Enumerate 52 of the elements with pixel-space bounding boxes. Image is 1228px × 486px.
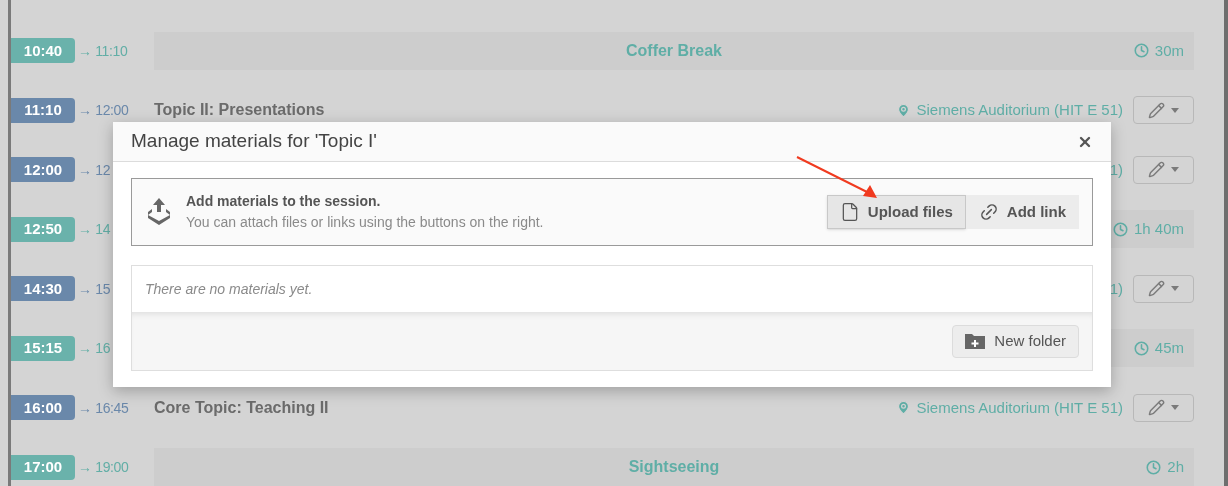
end-time: → 19:00 bbox=[78, 459, 129, 476]
duration: 1h 40m bbox=[1133, 219, 1184, 239]
duration: 30m bbox=[1154, 40, 1184, 61]
location: Siemens Auditorium (HIT E 51) bbox=[916, 100, 1123, 120]
end-time: → 11:10 bbox=[78, 42, 128, 59]
end-time: → 12 bbox=[78, 161, 111, 178]
end-time: → 12:00 bbox=[78, 102, 129, 119]
start-time-badge: 14:30 bbox=[11, 276, 75, 302]
contribution-title: Core Topic: Teaching II bbox=[154, 397, 329, 418]
info-text: You can attach files or links using the buttons on the right. bbox=[186, 213, 544, 232]
pencil-icon bbox=[1148, 280, 1165, 298]
start-time-badge: 12:00 bbox=[11, 157, 75, 183]
add-link-button[interactable]: Add link bbox=[965, 195, 1079, 229]
caret-icon bbox=[1171, 286, 1179, 292]
break-title: Coffer Break bbox=[626, 40, 722, 61]
end-time: → 16 bbox=[78, 340, 111, 357]
pencil-icon bbox=[1148, 399, 1165, 417]
contribution-title: Topic II: Presentations bbox=[154, 100, 325, 121]
edit-dropdown-button[interactable] bbox=[1133, 96, 1194, 125]
clock-icon bbox=[1146, 459, 1162, 475]
start-time-badge: 10:40 bbox=[11, 38, 75, 64]
edit-dropdown-button[interactable] bbox=[1133, 155, 1194, 184]
empty-message: There are no materials yet. bbox=[145, 279, 313, 299]
location: 1) bbox=[1109, 278, 1123, 299]
edit-dropdown-button[interactable] bbox=[1133, 274, 1194, 303]
start-time-badge: 17:00 bbox=[11, 454, 75, 480]
pencil-icon bbox=[1148, 101, 1165, 119]
dialog-title: Manage materials for 'Topic I' bbox=[131, 129, 377, 154]
start-time-badge: 12:50 bbox=[11, 216, 75, 242]
caret-icon bbox=[1171, 405, 1179, 411]
pencil-icon bbox=[1148, 161, 1165, 179]
clock-icon bbox=[1133, 340, 1149, 356]
end-time: → 15 bbox=[78, 280, 111, 297]
break-title: Sightseeing bbox=[628, 457, 720, 478]
location: Siemens Auditorium (HIT E 51) bbox=[916, 397, 1123, 418]
caret-icon bbox=[1171, 167, 1179, 173]
upload-files-button[interactable]: Upload files bbox=[826, 195, 966, 229]
folder-plus-icon bbox=[965, 333, 986, 349]
info-heading: Add materials to the session. bbox=[186, 192, 382, 211]
new-folder-button[interactable]: New folder bbox=[952, 324, 1079, 358]
clock-icon bbox=[1133, 43, 1149, 59]
edit-dropdown-button[interactable] bbox=[1133, 393, 1194, 422]
end-time: → 16:45 bbox=[78, 399, 129, 416]
end-time: → 14 bbox=[78, 221, 111, 238]
duration: 45m bbox=[1154, 338, 1184, 358]
caret-icon bbox=[1171, 107, 1179, 113]
start-time-badge: 15:15 bbox=[11, 335, 75, 361]
duration: 2h bbox=[1167, 457, 1184, 477]
start-time-badge: 11:10 bbox=[11, 97, 75, 123]
clock-icon bbox=[1112, 221, 1128, 237]
location: 1) bbox=[1109, 159, 1123, 180]
start-time-badge: 16:00 bbox=[11, 395, 75, 421]
